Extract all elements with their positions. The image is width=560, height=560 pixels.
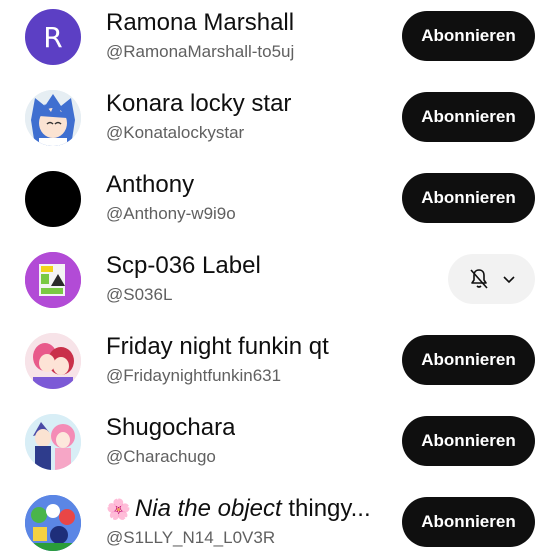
anime-character-icon xyxy=(25,333,81,389)
scp-label-icon xyxy=(25,252,81,308)
bell-off-icon xyxy=(469,269,488,289)
channel-row[interactable]: R Ramona Marshall @RamonaMarshall-to5uj … xyxy=(0,0,560,81)
channel-name[interactable]: Scp-036 Label xyxy=(106,251,261,281)
channel-name[interactable]: Shugochara xyxy=(106,413,235,443)
avatar-initial: R xyxy=(43,20,63,54)
channel-row[interactable]: Konara locky star @Konatalockystar Abonn… xyxy=(0,81,560,162)
channel-row[interactable]: 🌸 Nia the object thingy... @S1LLY_N14_L0V… xyxy=(0,486,560,560)
channel-handle: @RamonaMarshall-to5uj xyxy=(106,42,295,61)
subscribe-button[interactable]: Abonnieren xyxy=(402,416,535,466)
channel-name-italic: Nia the object xyxy=(134,495,282,522)
avatar[interactable]: R xyxy=(25,9,81,65)
channel-row[interactable]: Anthony @Anthony-w9i9o Abonnieren xyxy=(0,162,560,243)
subscribe-button[interactable]: Abonnieren xyxy=(402,11,535,61)
avatar[interactable] xyxy=(25,414,81,470)
channel-handle: @S036L xyxy=(106,285,173,304)
channel-name-rest: thingy... xyxy=(281,495,371,522)
subscribe-button[interactable]: Abonnieren xyxy=(402,173,535,223)
channel-name[interactable]: Ramona Marshall xyxy=(106,8,294,38)
channel-handle: @Charachugo xyxy=(106,447,216,466)
channel-name[interactable]: Konara locky star xyxy=(106,89,291,119)
avatar[interactable] xyxy=(25,333,81,389)
channel-name[interactable]: Friday night funkin qt xyxy=(106,332,329,362)
subscribe-button[interactable]: Abonnieren xyxy=(402,335,535,385)
channel-handle: @Fridaynightfunkin631 xyxy=(106,366,282,385)
avatar[interactable] xyxy=(25,252,81,308)
subscribe-button[interactable]: Abonnieren xyxy=(402,497,535,547)
channel-name[interactable]: 🌸 Nia the object thingy... xyxy=(106,494,371,525)
channel-handle: @S1LLY_N14_L0V3R xyxy=(106,528,276,547)
avatar[interactable] xyxy=(25,90,81,146)
channel-name[interactable]: Anthony xyxy=(106,170,194,200)
anime-characters-icon xyxy=(25,414,81,470)
notification-settings-button[interactable] xyxy=(448,254,535,304)
subscription-list: R Ramona Marshall @RamonaMarshall-to5uj … xyxy=(0,0,560,560)
channel-row[interactable]: Shugochara @Charachugo Abonnieren xyxy=(0,405,560,486)
flower-icon: 🌸 xyxy=(106,499,131,521)
channel-handle: @Konatalockystar xyxy=(106,123,245,142)
chevron-down-icon xyxy=(502,276,515,284)
channel-row[interactable]: Scp-036 Label @S036L xyxy=(0,243,560,324)
channel-handle: @Anthony-w9i9o xyxy=(106,204,236,223)
channel-row[interactable]: Friday night funkin qt @Fridaynightfunki… xyxy=(0,324,560,405)
subscribe-button[interactable]: Abonnieren xyxy=(402,92,535,142)
avatar[interactable] xyxy=(25,171,81,227)
anime-character-icon xyxy=(25,90,81,146)
object-show-icon xyxy=(25,495,81,551)
avatar[interactable] xyxy=(25,495,81,551)
